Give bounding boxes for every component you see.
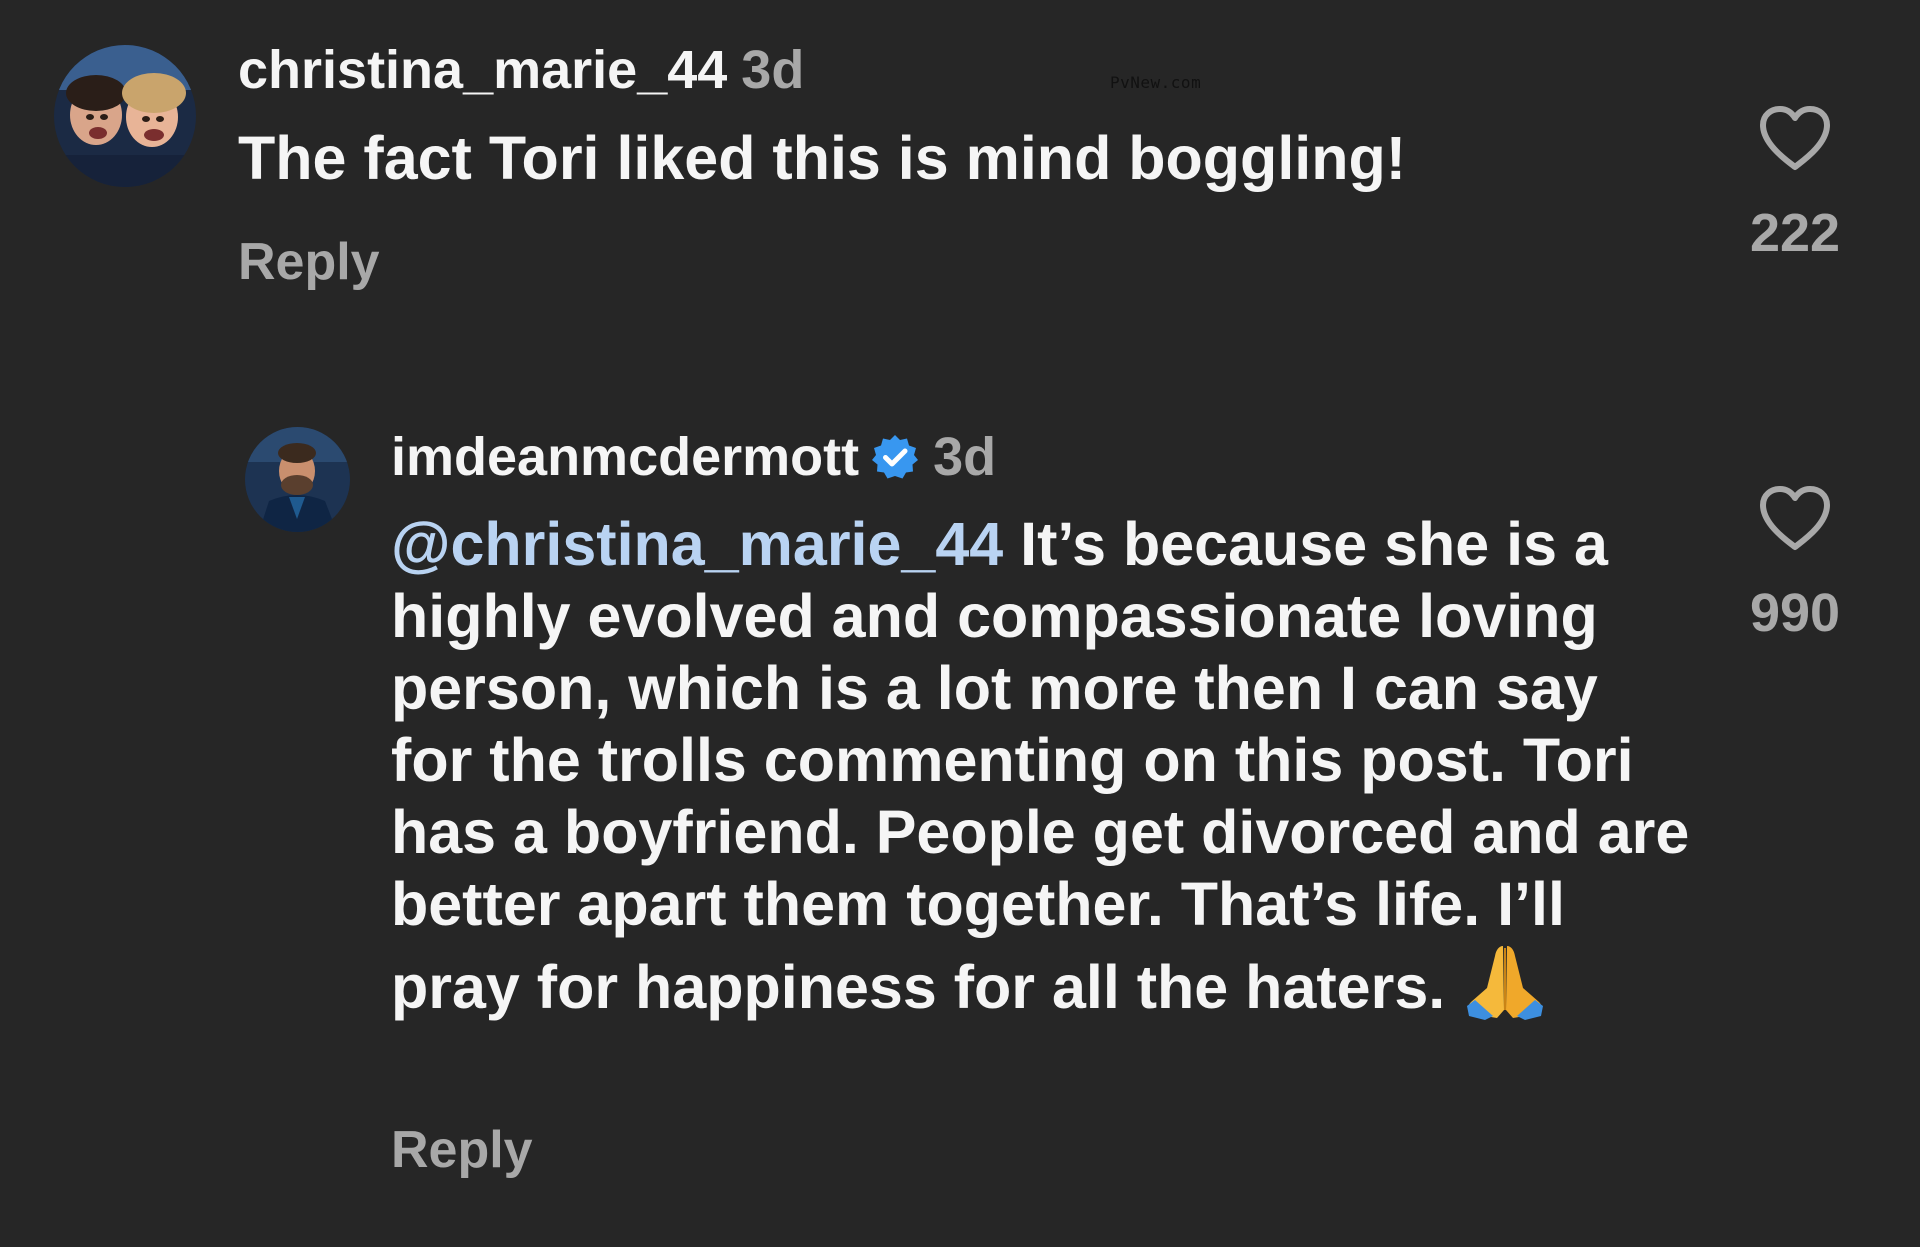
username[interactable]: christina_marie_44	[238, 40, 727, 100]
like-count[interactable]: 990	[1725, 583, 1865, 643]
avatar[interactable]	[245, 427, 350, 532]
mention-link[interactable]: @christina_marie_44	[391, 510, 1003, 578]
heart-outline-icon[interactable]	[1759, 485, 1831, 551]
verified-badge-icon	[872, 435, 919, 479]
timestamp: 3d	[741, 40, 805, 100]
heart-outline-icon[interactable]	[1759, 105, 1831, 171]
reply-button[interactable]: Reply	[238, 232, 380, 292]
reply-button[interactable]: Reply	[391, 1120, 533, 1180]
avatar-image	[245, 427, 350, 532]
avatar[interactable]	[54, 45, 196, 187]
like-count[interactable]: 222	[1725, 203, 1865, 263]
comments-panel: PvNew.com christina_marie_44 3d The fact…	[0, 0, 1920, 1247]
comment-text: The fact Tori liked this is mind bogglin…	[238, 124, 1407, 192]
watermark-text: PvNew.com	[1110, 73, 1202, 92]
timestamp: 3d	[933, 427, 997, 487]
comment-text: @christina_marie_44 It’s because she is …	[391, 508, 1691, 1023]
folded-hands-emoji	[1467, 946, 1544, 1020]
like-group: 222	[1725, 105, 1865, 263]
comment-header: imdeanmcdermott 3d	[391, 427, 996, 487]
avatar-image	[54, 45, 196, 187]
comment-header: christina_marie_44 3d	[238, 40, 804, 100]
like-group: 990	[1725, 485, 1865, 643]
username[interactable]: imdeanmcdermott	[391, 427, 859, 487]
